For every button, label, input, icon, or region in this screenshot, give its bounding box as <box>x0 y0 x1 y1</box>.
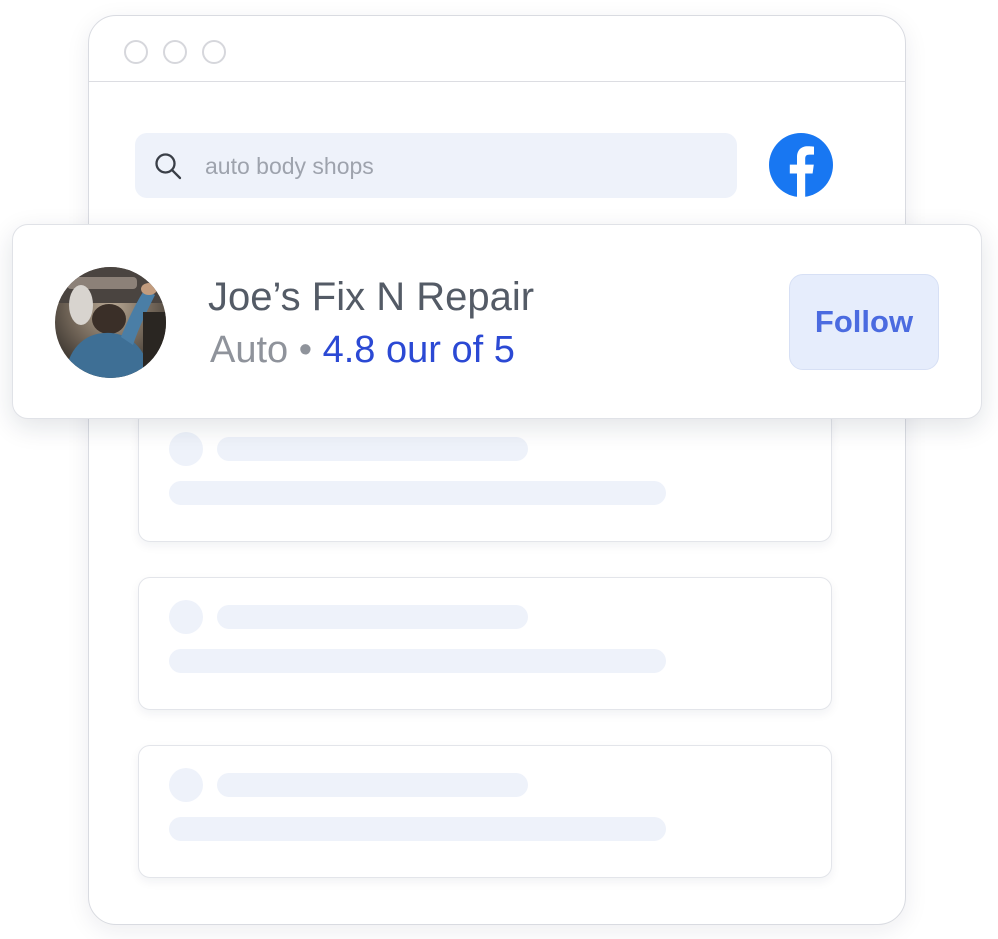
search-bar[interactable]: auto body shops <box>135 133 737 198</box>
search-query[interactable]: auto body shops <box>205 152 374 180</box>
meta-separator: • <box>298 329 313 371</box>
window-dot-icon[interactable] <box>163 40 187 64</box>
business-meta: Auto • 4.8 our of 5 <box>210 327 515 373</box>
browser-titlebar <box>89 16 905 82</box>
business-name[interactable]: Joe’s Fix N Repair <box>208 273 534 321</box>
skeleton-line <box>217 773 528 797</box>
skeleton-line <box>169 817 666 841</box>
skeleton-line <box>169 649 666 673</box>
browser-window: auto body shops <box>88 15 906 925</box>
skeleton-avatar <box>169 432 203 466</box>
skeleton-avatar <box>169 600 203 634</box>
window-dot-icon[interactable] <box>202 40 226 64</box>
search-icon <box>153 151 183 181</box>
skeleton-avatar <box>169 768 203 802</box>
skeleton-result-card <box>138 577 832 710</box>
business-category: Auto <box>210 329 289 371</box>
skeleton-result-card <box>138 409 832 542</box>
skeleton-result-card <box>138 745 832 878</box>
skeleton-line <box>217 605 528 629</box>
business-avatar <box>55 267 166 378</box>
follow-button[interactable]: Follow <box>789 274 939 370</box>
stage: auto body shops Joe’s Fix N Repair Auto … <box>0 0 998 939</box>
skeleton-line <box>217 437 528 461</box>
business-rating: 4.8 our of 5 <box>322 329 515 371</box>
facebook-logo-icon[interactable] <box>769 133 833 197</box>
skeleton-line <box>169 481 666 505</box>
window-dot-icon[interactable] <box>124 40 148 64</box>
business-result-card[interactable]: Joe’s Fix N Repair Auto • 4.8 our of 5 F… <box>12 224 982 419</box>
